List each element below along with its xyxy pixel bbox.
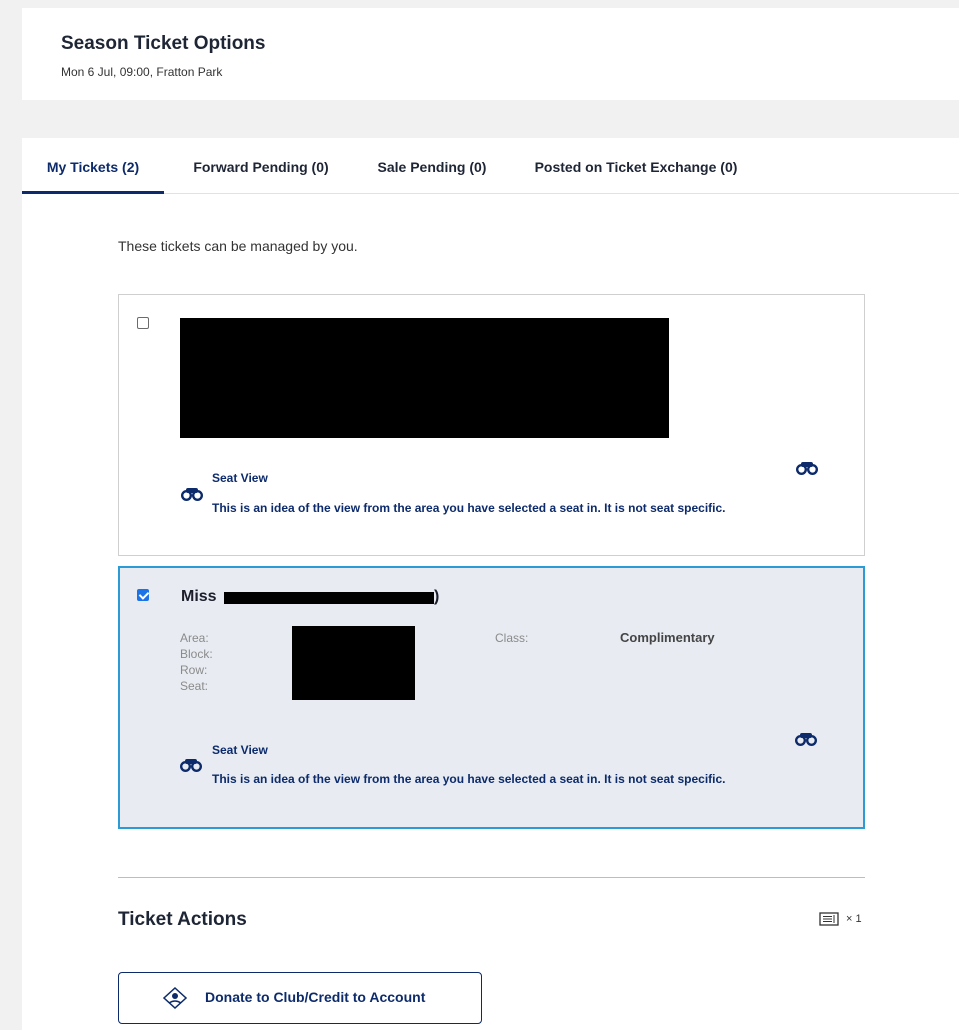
donate-credit-button[interactable]: Donate to Club/Credit to Account [118,972,482,1024]
left-gutter [0,0,22,1030]
block-label: Block: [180,647,213,661]
ticket-tabs: My Tickets (2) Forward Pending (0) Sale … [22,138,959,194]
intro-text: These tickets can be managed by you. [118,238,358,254]
seat-view-description: This is an idea of the view from the are… [212,772,726,786]
class-label: Class: [495,631,529,645]
tab-my-tickets[interactable]: My Tickets (2) [22,138,164,194]
ticket-count: × 1 [846,913,862,925]
area-label: Area: [180,631,209,645]
tab-forward-pending[interactable]: Forward Pending (0) [174,138,348,194]
binoculars-icon[interactable] [795,732,817,746]
binoculars-icon [181,488,203,501]
page-header: Season Ticket Options Mon 6 Jul, 09:00, … [22,8,959,100]
donate-icon [163,987,187,1009]
ticket-icon [819,912,839,926]
ticket-checkbox[interactable] [137,317,149,329]
ticket-holder-prefix: Miss [181,588,217,605]
donate-credit-label: Donate to Club/Credit to Account [205,989,426,1005]
row-label: Row: [180,663,208,677]
ticket-card[interactable]: Seat View This is an idea of the view fr… [118,294,865,556]
seat-label: Seat: [180,679,209,693]
binoculars-icon[interactable] [796,461,818,475]
tab-posted-ticket-exchange[interactable]: Posted on Ticket Exchange (0) [516,138,756,194]
ticket-checkbox[interactable] [137,589,149,601]
redacted-name [224,592,434,604]
seat-view-title[interactable]: Seat View [212,743,268,757]
seat-view-title[interactable]: Seat View [212,471,268,485]
ticket-actions-title: Ticket Actions [118,909,247,930]
binoculars-icon [180,759,202,772]
class-value: Complimentary [620,630,715,645]
seat-view-description: This is an idea of the view from the are… [212,501,726,515]
ticket-card[interactable]: Miss ) Area: Block: Row: Seat: Class: Co… [118,566,865,829]
tab-sale-pending[interactable]: Sale Pending (0) [358,138,506,194]
ticket-holder-suffix: ) [434,588,440,605]
event-subtitle: Mon 6 Jul, 09:00, Fratton Park [61,65,223,79]
main-content: My Tickets (2) Forward Pending (0) Sale … [22,138,959,1030]
page-title: Season Ticket Options [61,33,266,54]
redacted-seat-details [292,626,415,700]
section-divider [118,877,865,878]
redacted-block [180,318,669,438]
